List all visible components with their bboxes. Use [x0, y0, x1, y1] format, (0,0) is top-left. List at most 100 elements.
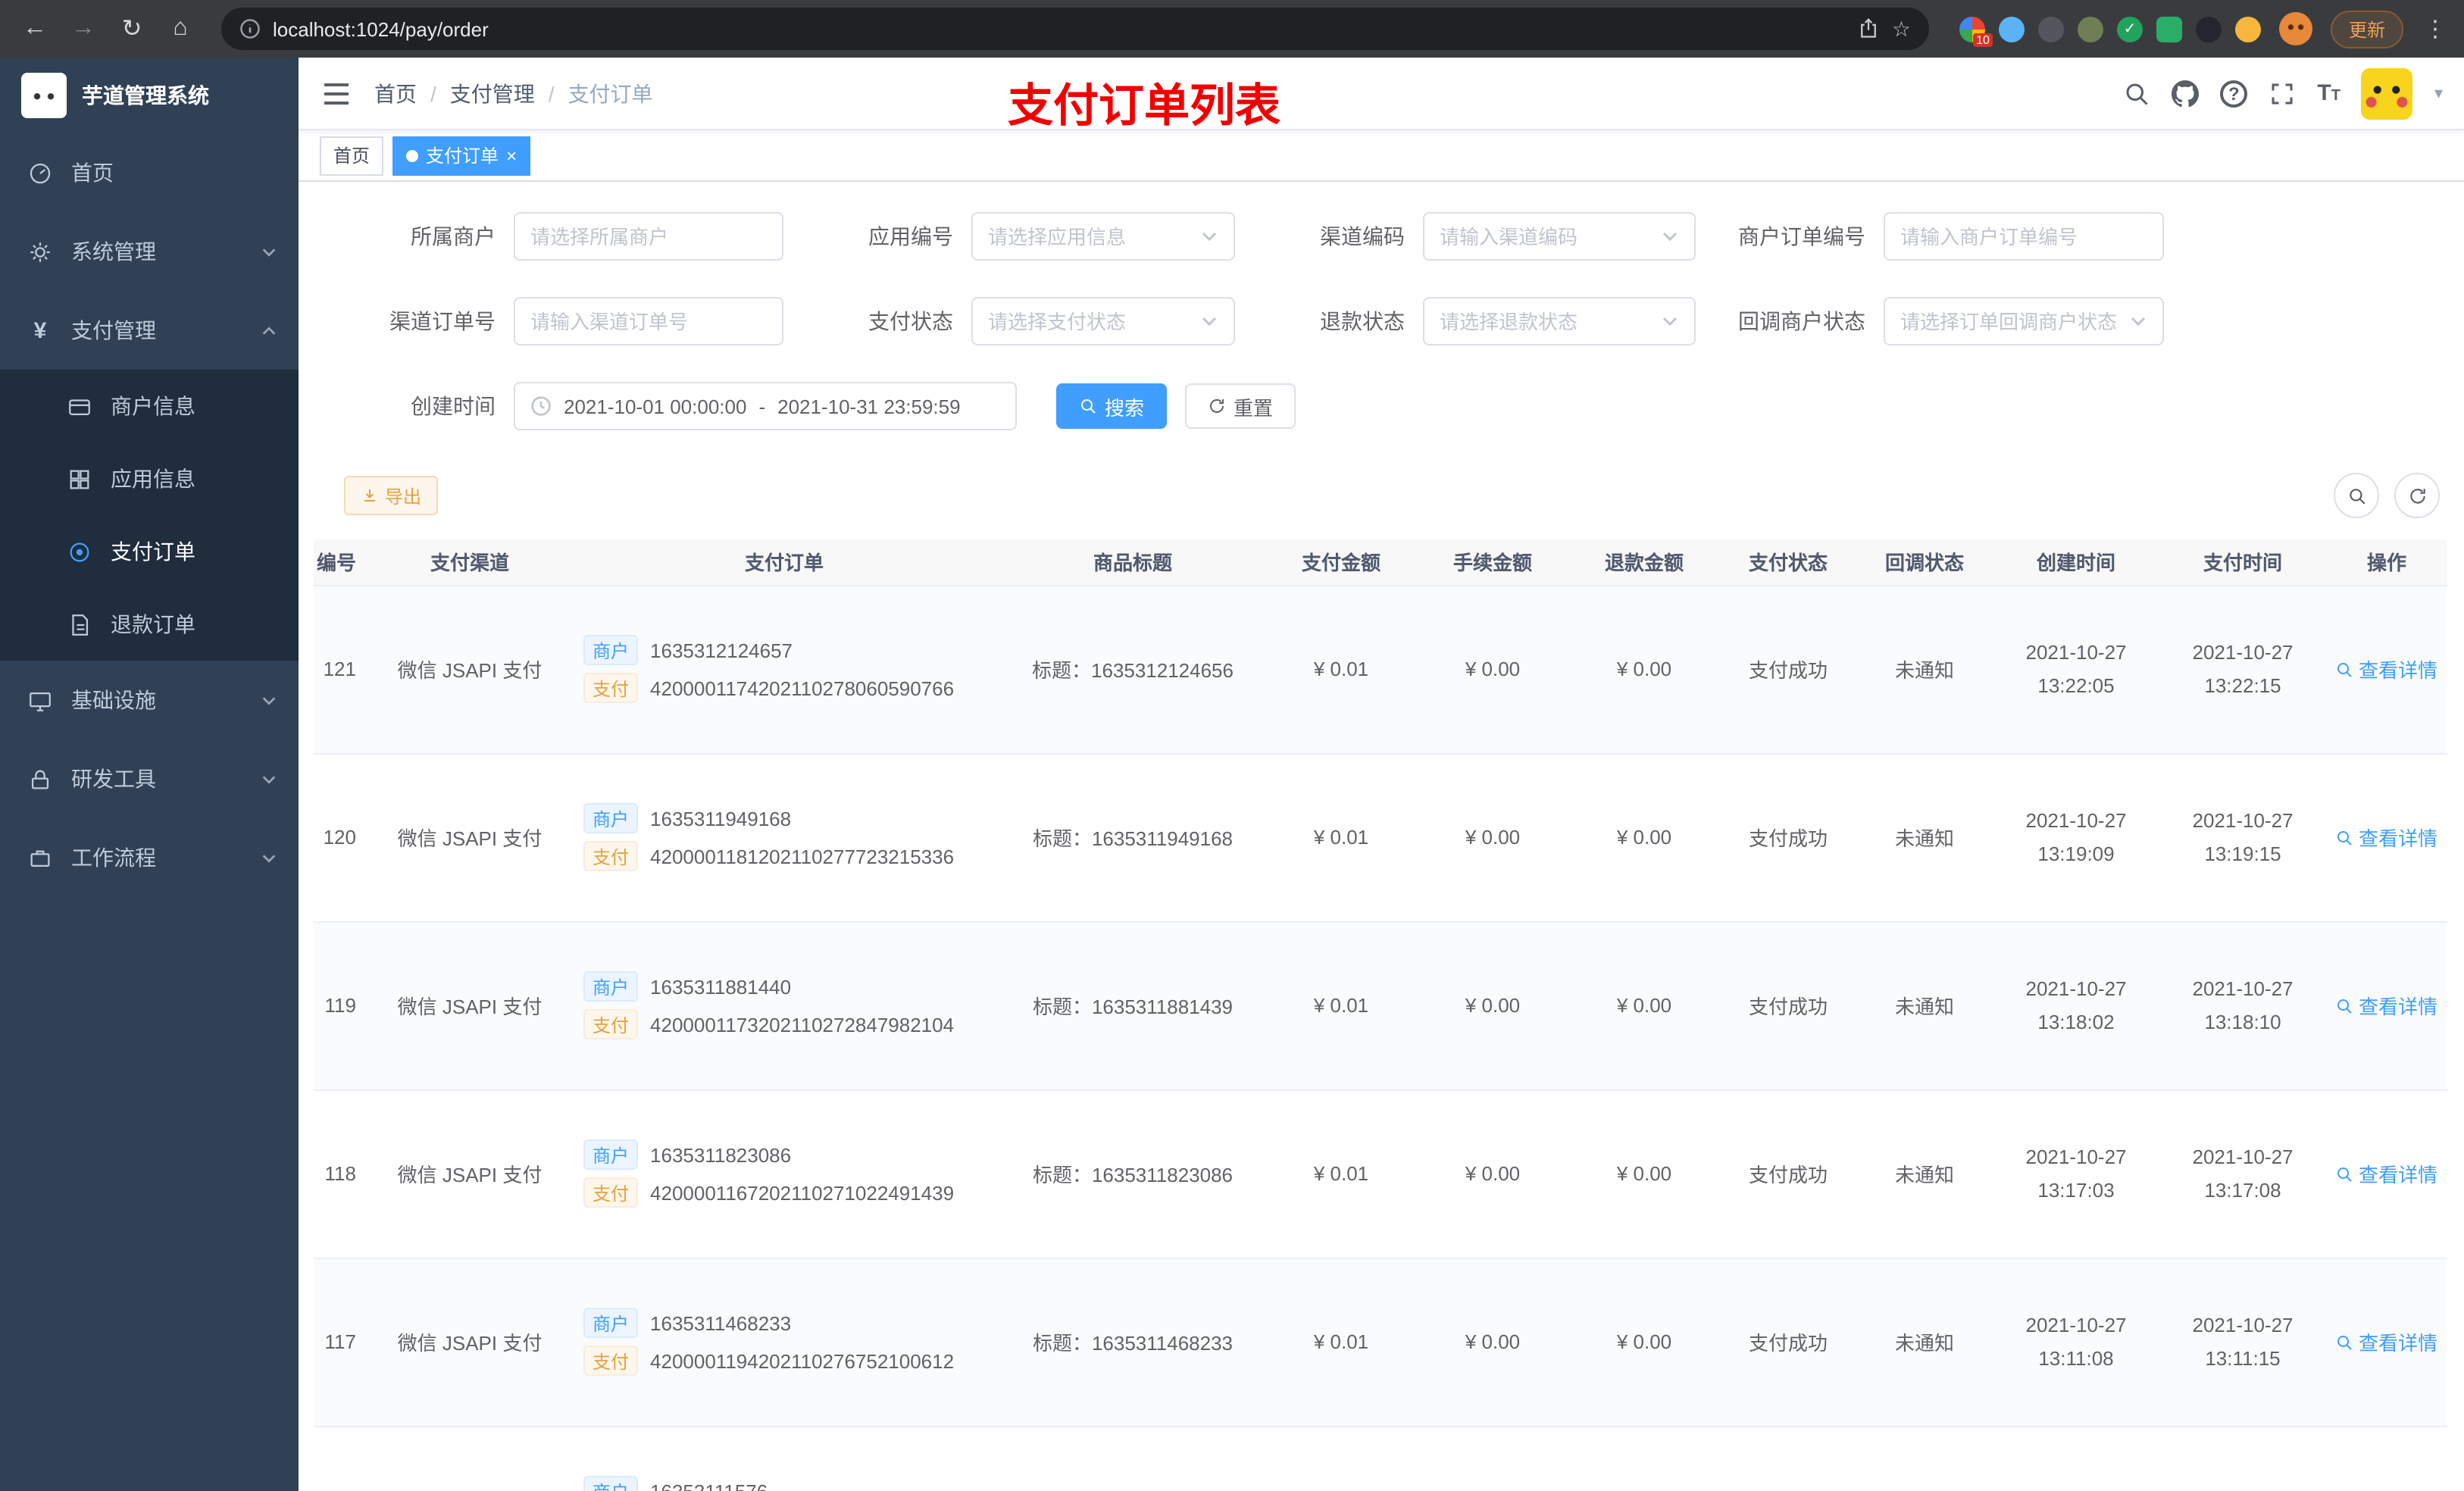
extension-icon[interactable]	[2234, 16, 2261, 42]
sidebar-item-pay-order[interactable]: 支付订单	[0, 515, 299, 588]
cell-pay-order: 商户 1635311949168 支付 42000011812021102777…	[568, 753, 1000, 921]
app-title: 芋道管理系统	[82, 83, 209, 108]
table-toolbar: 导出	[299, 467, 2464, 518]
table-row: 117 微信 JSAPI 支付 商户 1635311468233 支付 4200…	[314, 1258, 2447, 1426]
export-button[interactable]: 导出	[344, 476, 439, 515]
reload-icon[interactable]: ↻	[112, 9, 152, 48]
toggle-search-button[interactable]	[2334, 473, 2379, 518]
extensions-cluster: 10 ✓	[1950, 16, 2270, 46]
sidebar-item-home[interactable]: 首页	[0, 133, 299, 212]
pay-order-no: 4200001173202110272847982104	[650, 1013, 955, 1036]
extension-icon[interactable]: ✓	[2116, 16, 2143, 42]
url-bar[interactable]: localhost:1024/pay/order ☆	[221, 8, 1929, 50]
app-logo-row[interactable]: 芋道管理系统	[0, 58, 299, 133]
search-button[interactable]: 搜索	[1056, 383, 1168, 429]
channel-code-select[interactable]	[1423, 212, 1696, 261]
tab-pay-order[interactable]: 支付订单 ×	[392, 136, 531, 175]
page-content: 所属商户 应用编号	[299, 182, 2464, 1491]
cell-actions: 查看详情	[2326, 1089, 2447, 1258]
view-detail-link[interactable]: 查看详情	[2336, 823, 2437, 852]
cell-channel: 微信 JSAPI 支付	[397, 1164, 543, 1186]
sidebar-item-system[interactable]: 系统管理	[0, 212, 299, 291]
help-icon[interactable]: ?	[2220, 80, 2248, 107]
sidebar-item-infrastructure[interactable]: 基础设施	[0, 661, 299, 739]
fullscreen-icon[interactable]	[2269, 80, 2296, 107]
cell-id: 117	[324, 1330, 356, 1353]
font-size-icon[interactable]: TT	[2317, 80, 2340, 106]
extension-icon[interactable]	[1998, 16, 2025, 42]
sidebar-item-app-info[interactable]: 应用信息	[0, 442, 299, 515]
cell-pay-amount: ¥ 0.01	[1313, 994, 1369, 1017]
reset-button[interactable]: 重置	[1185, 383, 1296, 429]
sidebar-item-workflow[interactable]: 工作流程	[0, 818, 299, 897]
pay-tag: 支付	[583, 1177, 639, 1208]
refresh-icon	[2409, 488, 2425, 503]
pay-status-select[interactable]	[971, 297, 1235, 345]
browser-profile-avatar[interactable]	[2278, 12, 2312, 45]
view-detail-link[interactable]: 查看详情	[2336, 655, 2437, 683]
top-navbar: 首页 / 支付管理 / 支付订单 支付订单列表 ? TT ▾	[299, 58, 2464, 132]
breadcrumb-home[interactable]: 首页	[374, 78, 417, 108]
breadcrumb: 首页 / 支付管理 / 支付订单	[374, 78, 653, 108]
sidebar-item-payment[interactable]: ¥ 支付管理	[0, 291, 299, 370]
cell-pay-time: 2021-10-27 13:18:10	[2192, 977, 2294, 1033]
refresh-table-button[interactable]	[2394, 473, 2440, 518]
extension-icon[interactable]	[2156, 16, 2182, 42]
sidebar-item-dev-tools[interactable]: 研发工具	[0, 739, 299, 818]
view-detail-link[interactable]: 查看详情	[2336, 1159, 2437, 1188]
create-time-range-picker[interactable]: 2021-10-01 00:00:00 - 2021-10-31 23:59:5…	[514, 382, 1017, 430]
cell-product-title: 标题：1635311468233	[1032, 1332, 1234, 1355]
app-no-select[interactable]	[971, 212, 1235, 261]
site-info-icon[interactable]	[239, 18, 261, 39]
sidebar-item-refund-order[interactable]: 退款订单	[0, 588, 299, 661]
home-icon[interactable]: ⌂	[161, 9, 200, 48]
filter-field-owner-merchant: 所属商户	[344, 212, 783, 261]
extension-icon[interactable]	[2195, 16, 2222, 42]
share-icon[interactable]	[1859, 18, 1880, 39]
cell-pay-amount: ¥ 0.01	[1313, 1330, 1369, 1353]
browser-toolbar: ← → ↻ ⌂ localhost:1024/pay/order ☆ 10 ✓	[0, 0, 2464, 58]
view-detail-link[interactable]: 查看详情	[2336, 1327, 2437, 1356]
back-icon[interactable]: ←	[15, 9, 55, 48]
refund-status-select[interactable]	[1423, 297, 1696, 345]
grid-icon	[70, 469, 89, 489]
sidebar-item-merchant-info[interactable]: 商户信息	[0, 370, 299, 442]
cell-notify-status: 未通知	[1894, 827, 1954, 850]
cell-fee-amount: ¥ 0.00	[1465, 994, 1521, 1017]
search-icon	[2349, 488, 2365, 504]
extension-icon[interactable]: 10	[1959, 16, 1993, 46]
view-detail-link[interactable]: 查看详情	[2336, 991, 2437, 1020]
bookmark-star-icon[interactable]: ☆	[1892, 16, 1911, 42]
active-tab-dot	[406, 149, 419, 161]
user-avatar[interactable]	[2361, 67, 2413, 119]
cell-pay-amount: ¥ 0.01	[1313, 1162, 1369, 1185]
cell-channel: 微信 JSAPI 支付	[397, 1332, 543, 1355]
refresh-icon	[1210, 399, 1224, 413]
browser-menu-icon[interactable]: ⋮	[2422, 15, 2449, 42]
notify-status-select[interactable]	[1884, 297, 2164, 345]
update-button[interactable]: 更新	[2330, 10, 2403, 48]
cell-pay-status	[1720, 1426, 1856, 1491]
chevron-down-icon	[1202, 232, 1217, 242]
merchant-order-no-input[interactable]	[1884, 212, 2164, 261]
extension-icon[interactable]	[2037, 16, 2064, 42]
cell-notify-status: 未通知	[1894, 1164, 1954, 1186]
merchant-order-no: 1635312124657	[650, 639, 793, 661]
breadcrumb-pay-management[interactable]: 支付管理	[450, 78, 535, 108]
search-icon[interactable]	[2123, 80, 2150, 107]
cell-create-time	[1993, 1426, 2159, 1491]
chevron-down-icon	[262, 854, 276, 862]
tab-close-icon[interactable]: ×	[506, 146, 517, 164]
document-icon	[72, 614, 89, 635]
hamburger-icon[interactable]	[323, 81, 350, 105]
merchant-order-no: 1635311823086	[650, 1143, 792, 1166]
channel-order-no-input[interactable]	[514, 297, 783, 345]
cell-pay-time: 2021-10-27 13:19:15	[2192, 809, 2294, 864]
avatar-caret-icon[interactable]: ▾	[2434, 83, 2443, 103]
github-icon[interactable]	[2172, 80, 2200, 107]
tab-home[interactable]: 首页	[320, 136, 384, 175]
forward-icon[interactable]: →	[64, 9, 103, 48]
owner-merchant-input[interactable]	[514, 212, 783, 261]
extension-icon[interactable]	[2077, 16, 2103, 42]
cell-id: 121	[323, 658, 356, 680]
